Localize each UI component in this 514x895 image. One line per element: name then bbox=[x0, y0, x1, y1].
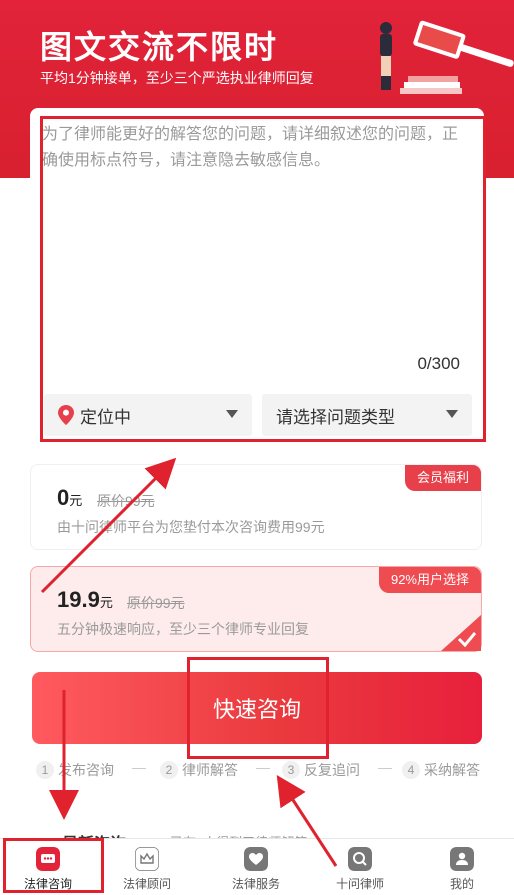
hero-title: 图文交流不限时 bbox=[40, 29, 279, 65]
tab-legal-advisor[interactable]: 法律顾问 bbox=[107, 847, 187, 892]
popular-choice-badge: 92%用户选择 bbox=[378, 567, 481, 593]
plan-price: 19.9元 bbox=[57, 587, 113, 612]
tab-ten-lawyers[interactable]: 十问律师 bbox=[320, 847, 400, 892]
step-item: 3 反复追问 bbox=[282, 760, 360, 780]
tab-label: 十问律师 bbox=[335, 877, 384, 891]
plan-description: 由十问律师平台为您垫付本次咨询费用99元 bbox=[57, 519, 325, 535]
highlight-box-tab bbox=[3, 838, 104, 893]
step-item: 2 律师解答 bbox=[160, 760, 238, 780]
plan-original-price: 原价99元 bbox=[127, 595, 185, 611]
heart-icon bbox=[244, 847, 268, 871]
tab-label: 法律顾问 bbox=[122, 877, 171, 891]
search-icon bbox=[348, 847, 372, 871]
selected-check-icon bbox=[441, 615, 481, 651]
tab-label: 我的 bbox=[449, 877, 474, 891]
plan-option-paid[interactable]: 19.9元 原价99元 五分钟极速响应，至少三个律师专业回复 92%用户选择 bbox=[30, 566, 482, 652]
tab-profile[interactable]: 我的 bbox=[422, 847, 502, 892]
step-item: 1 发布咨询 bbox=[36, 760, 114, 780]
process-steps: 1 发布咨询 2 律师解答 3 反复追问 4 采纳解答 bbox=[36, 760, 486, 784]
tab-legal-service[interactable]: 法律服务 bbox=[216, 847, 296, 892]
member-benefit-badge: 会员福利 bbox=[404, 465, 481, 491]
lawyer-gavel-illustration bbox=[380, 20, 514, 94]
plan-description: 五分钟极速响应，至少三个律师专业回复 bbox=[57, 621, 309, 637]
crown-icon bbox=[135, 847, 159, 871]
user-icon bbox=[450, 847, 474, 871]
plan-option-free[interactable]: 0元 原价99元 由十问律师平台为您垫付本次咨询费用99元 会员福利 bbox=[30, 464, 482, 550]
highlight-box-cta bbox=[187, 657, 329, 759]
hero-subtitle: 平均1分钟接单，至少三个严选执业律师回复 bbox=[40, 70, 314, 86]
highlight-box-question bbox=[40, 116, 486, 442]
step-item: 4 采纳解答 bbox=[402, 760, 480, 780]
tab-label: 法律服务 bbox=[231, 877, 280, 891]
plan-original-price: 原价99元 bbox=[97, 493, 155, 509]
plan-price: 0元 bbox=[57, 485, 83, 510]
